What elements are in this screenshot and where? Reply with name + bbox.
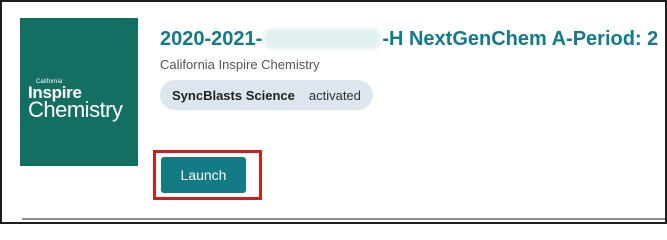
badge-name: SyncBlasts Science — [172, 87, 295, 103]
course-title-suffix: -H NextGenChem A-Period: 2 — [382, 28, 659, 50]
badge-status: activated — [308, 87, 361, 103]
syncblasts-badge: SyncBlasts Science activated — [160, 80, 373, 110]
program-name: California Inspire Chemistry — [160, 57, 320, 72]
cover-subject-label: Chemistry — [28, 97, 123, 122]
course-title-prefix: 2020-2021- — [160, 28, 263, 50]
redacted-text — [263, 29, 382, 49]
divider — [22, 218, 665, 220]
course-title-link[interactable]: 2020-2021- -H NextGenChem A-Period: 2 — [160, 27, 658, 51]
launch-button[interactable]: Launch — [161, 157, 246, 193]
course-card: California Inspire Chemistry 2020-2021- -… — [0, 0, 667, 224]
course-cover-image[interactable]: California Inspire Chemistry — [20, 18, 138, 166]
